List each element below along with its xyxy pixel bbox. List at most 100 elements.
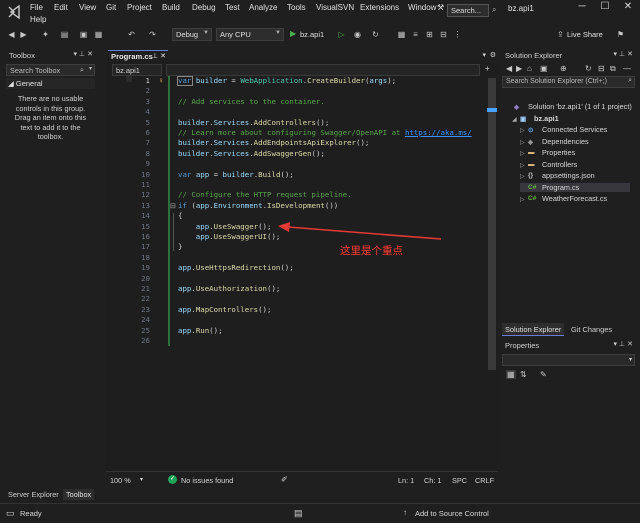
- redo-icon[interactable]: ↷: [147, 29, 158, 40]
- code-line[interactable]: // Configure the HTTP request pipeline.: [178, 190, 352, 200]
- expand-arrow-icon[interactable]: ▷: [520, 173, 528, 180]
- search-input[interactable]: Search...: [447, 4, 489, 17]
- toolbar-icon-e[interactable]: ⋮: [452, 29, 463, 40]
- tree-item[interactable]: ▷ ▬ Properties: [520, 148, 575, 157]
- pin-icon[interactable]: ⊥: [79, 50, 85, 58]
- menu-help[interactable]: Help: [30, 15, 46, 24]
- issues-status[interactable]: No issues found: [181, 476, 233, 485]
- tree-item[interactable]: ◆ Solution 'bz.api1' (1 of 1 project): [506, 102, 632, 111]
- back-icon[interactable]: ◀: [506, 64, 512, 73]
- expand-arrow-icon[interactable]: ▷: [520, 196, 528, 203]
- tree-item[interactable]: ▷{} appsettings.json: [520, 171, 595, 180]
- tab-solution-explorer[interactable]: Solution Explorer: [502, 323, 565, 336]
- lightbulb-icon[interactable]: ♀: [156, 76, 166, 86]
- tab-git-changes[interactable]: Git Changes: [568, 323, 615, 336]
- menu-window[interactable]: Window: [408, 3, 436, 12]
- code-line[interactable]: var builder = WebApplication.CreateBuild…: [178, 76, 396, 86]
- new-project-icon[interactable]: ✦: [40, 29, 51, 40]
- code-cleanup-icon[interactable]: ✐: [281, 475, 288, 484]
- pin-icon[interactable]: ⊥: [619, 50, 625, 58]
- close-icon[interactable]: ✕: [627, 50, 633, 58]
- whitespace-indicator[interactable]: SPC: [452, 476, 467, 485]
- code-line[interactable]: app.Run();: [178, 326, 223, 336]
- tree-item[interactable]: ▷ C# WeatherForecast.cs: [520, 194, 607, 203]
- dropdown-arrow-icon[interactable]: ▾: [613, 340, 617, 348]
- more-icon[interactable]: —: [623, 64, 631, 73]
- close-button[interactable]: ✕: [617, 1, 639, 15]
- code-line[interactable]: app.MapControllers();: [178, 305, 271, 315]
- close-icon[interactable]: ✕: [160, 52, 166, 60]
- menu-debug[interactable]: Debug: [192, 3, 216, 12]
- code-line[interactable]: app.UseSwagger();: [178, 222, 272, 232]
- tree-item[interactable]: ▷ ▬ Controllers: [520, 160, 577, 169]
- tree-item[interactable]: C# Program.cs: [520, 182, 630, 192]
- feedback-icon[interactable]: ⚑: [615, 29, 626, 40]
- fold-collapse-icon[interactable]: ⊟: [170, 202, 176, 210]
- code-line[interactable]: builder.Services.AddEndpointsApiExplorer…: [178, 138, 369, 148]
- menu-visualsvn[interactable]: VisualSVN: [316, 3, 354, 12]
- property-pages-icon[interactable]: ✎: [540, 370, 547, 379]
- dropdown-arrow-icon[interactable]: ▾: [613, 50, 617, 58]
- expand-arrow-icon[interactable]: ▷: [520, 127, 528, 134]
- toolbox-group-general[interactable]: ◢ General: [6, 78, 95, 89]
- menu-build[interactable]: Build: [162, 3, 180, 12]
- code-line[interactable]: }: [178, 242, 182, 252]
- settings-icon[interactable]: ⚙: [490, 51, 496, 59]
- home-icon[interactable]: ⌂: [527, 64, 532, 73]
- tab-server-explorer[interactable]: Server Explorer: [6, 489, 61, 500]
- pending-changes-icon[interactable]: ⊕: [560, 64, 567, 73]
- show-all-icon[interactable]: ⧉: [610, 64, 616, 74]
- hot-reload-icon[interactable]: ↻: [370, 29, 381, 40]
- toolbar-icon-a[interactable]: ▦: [396, 29, 407, 40]
- properties-object-dropdown[interactable]: ▾: [502, 354, 635, 366]
- code-line[interactable]: var app = builder.Build();: [178, 170, 294, 180]
- expand-arrow-icon[interactable]: ▷: [520, 150, 528, 157]
- live-share-button[interactable]: Live Share: [567, 30, 603, 39]
- column-indicator[interactable]: Ch: 1: [424, 476, 441, 485]
- toolbar-icon-c[interactable]: ⊞: [424, 29, 435, 40]
- maximize-button[interactable]: ☐: [594, 1, 616, 15]
- save-all-icon[interactable]: ▦: [93, 29, 104, 40]
- close-icon[interactable]: ✕: [627, 340, 633, 348]
- menu-extensions[interactable]: Extensions: [360, 3, 399, 12]
- menu-file[interactable]: File: [30, 3, 43, 12]
- code-line[interactable]: if (app.Environment.IsDevelopment()): [178, 201, 338, 211]
- zoom-dropdown[interactable]: 100 %: [110, 476, 131, 485]
- expand-arrow-icon[interactable]: ▷: [520, 139, 528, 146]
- line-ending-indicator[interactable]: CRLF: [475, 476, 494, 485]
- code-line[interactable]: // Learn more about configuring Swagger/…: [178, 128, 472, 138]
- tree-item[interactable]: ▷ ◈ Dependencies: [520, 137, 589, 146]
- pin-icon[interactable]: ⊥: [152, 52, 158, 60]
- tab-list-dropdown-icon[interactable]: ▾: [482, 51, 486, 59]
- categorized-icon[interactable]: ▦: [506, 370, 516, 379]
- collapse-all-icon[interactable]: ⊟: [598, 64, 605, 73]
- menu-tools[interactable]: Tools: [287, 3, 306, 12]
- expand-arrow-icon[interactable]: ▷: [520, 162, 528, 169]
- run-target-button[interactable]: bz.api1: [300, 30, 324, 39]
- target-icon[interactable]: ◉: [352, 29, 363, 40]
- save-icon[interactable]: ▣: [78, 29, 89, 40]
- solution-search-input[interactable]: Search Solution Explorer (Ctrl+;) ⌕: [502, 76, 635, 88]
- menu-analyze[interactable]: Analyze: [249, 3, 277, 12]
- tree-item[interactable]: ▷ ⊙ Connected Services: [520, 125, 607, 134]
- toolbox-search-input[interactable]: Search Toolbox ⌕ ▾: [6, 64, 95, 76]
- menu-test[interactable]: Test: [225, 3, 240, 12]
- expand-arrow-icon[interactable]: ◢: [512, 116, 520, 123]
- menu-edit[interactable]: Edit: [54, 3, 68, 12]
- code-line[interactable]: {: [178, 211, 182, 221]
- code-line[interactable]: // Add services to the container.: [178, 97, 325, 107]
- view-switch-icon[interactable]: ▣: [540, 64, 548, 73]
- alphabetical-icon[interactable]: ⇅: [520, 370, 527, 379]
- pin-icon[interactable]: ⊥: [619, 340, 625, 348]
- live-share-icon[interactable]: ⇪: [555, 29, 566, 40]
- refresh-icon[interactable]: ↻: [585, 64, 592, 73]
- tab-toolbox[interactable]: Toolbox: [63, 489, 95, 500]
- chevron-down-icon[interactable]: ▾: [140, 476, 143, 483]
- line-indicator[interactable]: Ln: 1: [398, 476, 414, 485]
- tree-item[interactable]: ◢ ▣ bz.api1: [512, 114, 559, 123]
- code-line[interactable]: builder.Services.AddControllers();: [178, 118, 329, 128]
- tools-extra-icon[interactable]: ⚒: [437, 3, 444, 12]
- back-icon[interactable]: ◀: [6, 29, 17, 40]
- forward-icon[interactable]: ▶: [18, 29, 29, 40]
- notification-layout-icon[interactable]: ▤: [294, 508, 303, 519]
